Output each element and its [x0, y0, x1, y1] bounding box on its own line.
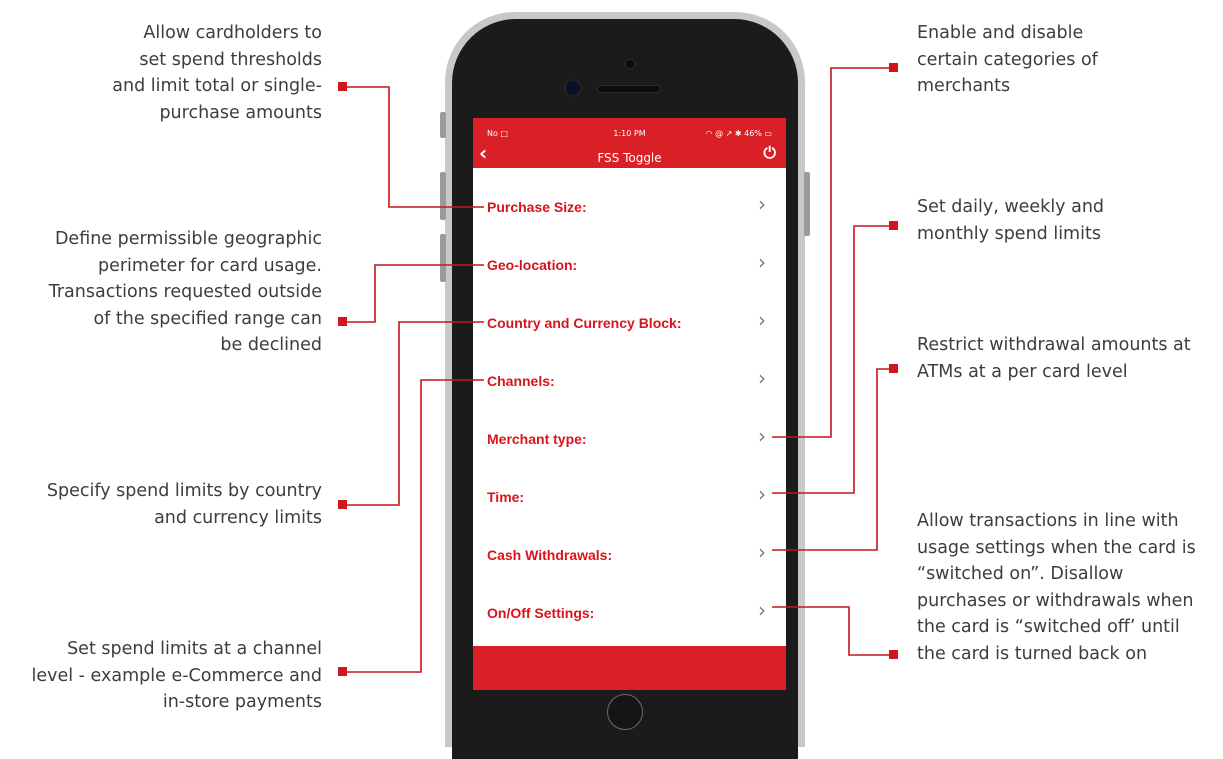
connector-time: [772, 225, 893, 494]
connector-cash-withdrawals: [772, 368, 893, 551]
connector-marker: [889, 63, 898, 72]
connector-merchant-type: [772, 67, 893, 438]
connector-marker: [338, 667, 347, 676]
connector-on-off: [772, 606, 893, 656]
connector-marker: [889, 650, 898, 659]
connector-purchase-size: [345, 86, 484, 208]
connector-country-currency: [345, 321, 484, 506]
connector-marker: [338, 317, 347, 326]
connector-marker: [338, 500, 347, 509]
connector-marker: [338, 82, 347, 91]
connector-lines: [338, 63, 898, 676]
connector-marker: [889, 221, 898, 230]
connector-marker: [889, 364, 898, 373]
connector-channels: [345, 379, 484, 673]
connector-geo-location: [345, 264, 484, 323]
